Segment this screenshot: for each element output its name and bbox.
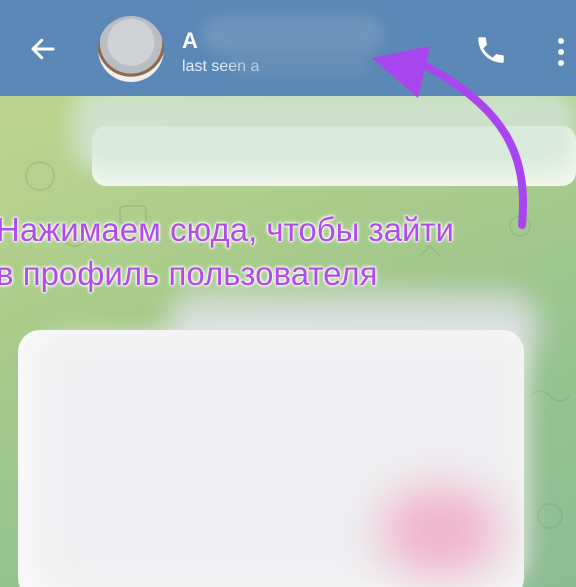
annotation-line-2: в профиль пользователя — [0, 255, 378, 292]
annotation-caption: Нажимаем сюда, чтобы зайти в профиль пол… — [0, 208, 576, 296]
redacted-pink-blur — [380, 486, 500, 576]
avatar[interactable] — [98, 16, 164, 82]
more-vertical-icon[interactable] — [554, 36, 568, 68]
redacted-status-blur — [230, 54, 370, 76]
annotation-line-1: Нажимаем сюда, чтобы зайти — [0, 211, 454, 248]
back-arrow-icon[interactable] — [28, 34, 58, 64]
annotation-arrow-icon — [372, 46, 528, 229]
redacted-name-blur — [202, 16, 384, 54]
contact-name[interactable]: А — [182, 28, 198, 54]
